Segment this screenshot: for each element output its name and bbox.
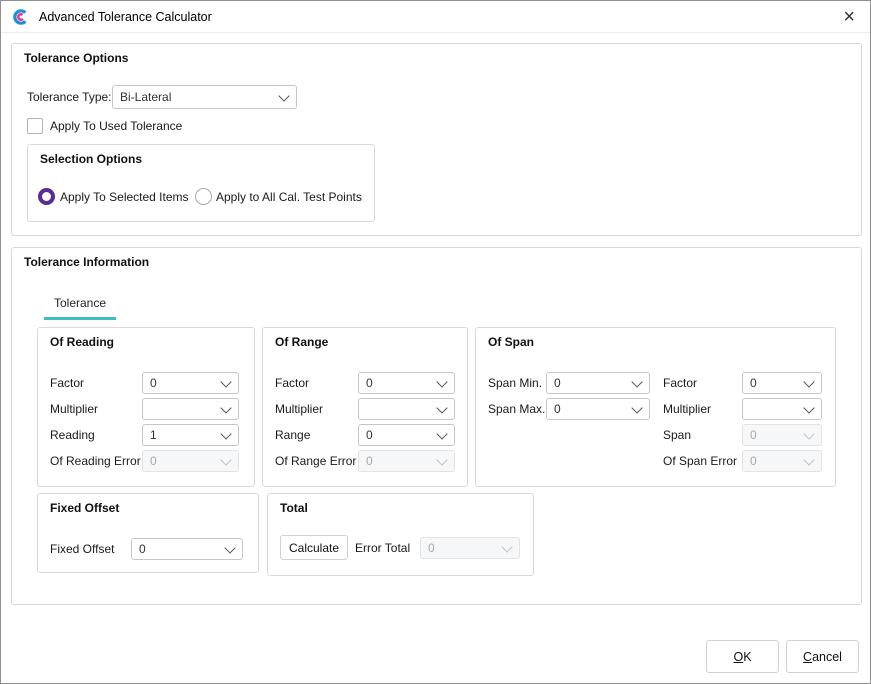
of-range-error-label: Of Range Error bbox=[275, 450, 356, 472]
of-reading-factor-label: Factor bbox=[50, 372, 84, 394]
of-reading-factor-select[interactable]: 0 bbox=[142, 372, 239, 394]
of-reading-error-label: Of Reading Error bbox=[50, 450, 141, 472]
chevron-down-icon bbox=[224, 542, 235, 553]
of-span-multiplier-select[interactable] bbox=[742, 398, 822, 420]
apply-to-selected-items-label: Apply To Selected Items bbox=[60, 186, 189, 208]
cancel-button-label: Cancel bbox=[803, 650, 842, 664]
of-range-multiplier-select[interactable] bbox=[358, 398, 455, 420]
tolerance-information-title: Tolerance Information bbox=[24, 255, 149, 269]
of-range-range-label: Range bbox=[275, 424, 310, 446]
tab-tolerance[interactable]: Tolerance bbox=[44, 296, 116, 320]
calculate-button-label: Calculate bbox=[289, 541, 339, 555]
app-logo-icon bbox=[12, 8, 30, 26]
chevron-down-icon bbox=[278, 90, 289, 101]
of-range-factor-label: Factor bbox=[275, 372, 309, 394]
ok-button-label: OK bbox=[733, 650, 751, 664]
of-range-multiplier-label: Multiplier bbox=[275, 398, 323, 420]
of-span-multiplier-label: Multiplier bbox=[663, 398, 711, 420]
of-reading-reading-label: Reading bbox=[50, 424, 95, 446]
of-range-factor-select[interactable]: 0 bbox=[358, 372, 455, 394]
apply-to-used-tolerance-label: Apply To Used Tolerance bbox=[50, 115, 182, 137]
of-span-span-label: Span bbox=[663, 424, 691, 446]
close-icon[interactable]: × bbox=[839, 7, 859, 27]
chevron-down-icon bbox=[631, 402, 642, 413]
total-group: Total Calculate Error Total 0 bbox=[267, 493, 534, 576]
window-title: Advanced Tolerance Calculator bbox=[39, 10, 212, 24]
calculate-button[interactable]: Calculate bbox=[280, 535, 348, 560]
span-max-select[interactable]: 0 bbox=[546, 398, 650, 420]
title-bar: Advanced Tolerance Calculator × bbox=[1, 1, 870, 33]
of-reading-multiplier-select[interactable] bbox=[142, 398, 239, 420]
apply-to-all-cal-test-points-radio[interactable] bbox=[195, 188, 212, 205]
of-reading-error-select: 0 bbox=[142, 450, 239, 472]
selection-options-group: Selection Options Apply To Selected Item… bbox=[27, 144, 375, 222]
of-span-factor-label: Factor bbox=[663, 372, 697, 394]
error-total-label: Error Total bbox=[355, 537, 410, 559]
apply-to-selected-items-radio[interactable] bbox=[38, 188, 55, 205]
selection-options-title: Selection Options bbox=[40, 152, 142, 166]
tolerance-type-label: Tolerance Type: bbox=[27, 86, 112, 108]
span-min-select[interactable]: 0 bbox=[546, 372, 650, 394]
ok-button[interactable]: OK bbox=[706, 640, 779, 673]
of-span-title: Of Span bbox=[488, 335, 534, 349]
tolerance-options-group: Tolerance Options Tolerance Type: Bi-Lat… bbox=[11, 43, 862, 236]
of-reading-group: Of Reading Factor 0 Multiplier Reading 1… bbox=[37, 327, 255, 487]
chevron-down-icon bbox=[631, 376, 642, 387]
of-span-error-label: Of Span Error bbox=[663, 450, 737, 472]
of-reading-reading-select[interactable]: 1 bbox=[142, 424, 239, 446]
chevron-down-icon bbox=[803, 454, 814, 465]
advanced-tolerance-calculator-dialog: Advanced Tolerance Calculator × Toleranc… bbox=[0, 0, 871, 684]
chevron-down-icon bbox=[436, 428, 447, 439]
of-range-range-select[interactable]: 0 bbox=[358, 424, 455, 446]
tolerance-information-group: Tolerance Information Tolerance Of Readi… bbox=[11, 247, 862, 605]
of-reading-multiplier-label: Multiplier bbox=[50, 398, 98, 420]
apply-to-all-cal-test-points-label: Apply to All Cal. Test Points bbox=[216, 186, 362, 208]
chevron-down-icon bbox=[436, 376, 447, 387]
total-title: Total bbox=[280, 501, 308, 515]
of-span-error-select: 0 bbox=[742, 450, 822, 472]
span-max-label: Span Max. bbox=[488, 398, 545, 420]
chevron-down-icon bbox=[220, 376, 231, 387]
fixed-offset-group: Fixed Offset Fixed Offset 0 bbox=[37, 493, 259, 573]
chevron-down-icon bbox=[436, 454, 447, 465]
chevron-down-icon bbox=[220, 428, 231, 439]
of-range-title: Of Range bbox=[275, 335, 328, 349]
chevron-down-icon bbox=[436, 402, 447, 413]
fixed-offset-title: Fixed Offset bbox=[50, 501, 119, 515]
chevron-down-icon bbox=[220, 454, 231, 465]
fixed-offset-label: Fixed Offset bbox=[50, 538, 114, 560]
of-range-group: Of Range Factor 0 Multiplier Range 0 Of … bbox=[262, 327, 468, 487]
cancel-button[interactable]: Cancel bbox=[786, 640, 859, 673]
chevron-down-icon bbox=[803, 428, 814, 439]
chevron-down-icon bbox=[803, 402, 814, 413]
of-range-error-select: 0 bbox=[358, 450, 455, 472]
chevron-down-icon bbox=[501, 541, 512, 552]
apply-to-used-tolerance-checkbox[interactable] bbox=[27, 118, 43, 134]
chevron-down-icon bbox=[803, 376, 814, 387]
span-min-label: Span Min. bbox=[488, 372, 542, 394]
of-reading-title: Of Reading bbox=[50, 335, 114, 349]
of-span-span-select: 0 bbox=[742, 424, 822, 446]
tolerance-options-title: Tolerance Options bbox=[24, 51, 128, 65]
of-span-factor-select[interactable]: 0 bbox=[742, 372, 822, 394]
error-total-select: 0 bbox=[420, 537, 520, 559]
chevron-down-icon bbox=[220, 402, 231, 413]
fixed-offset-select[interactable]: 0 bbox=[131, 538, 243, 560]
of-span-group: Of Span Span Min. 0 Span Max. 0 Factor 0… bbox=[475, 327, 836, 487]
tolerance-type-select[interactable]: Bi-Lateral bbox=[112, 85, 297, 109]
